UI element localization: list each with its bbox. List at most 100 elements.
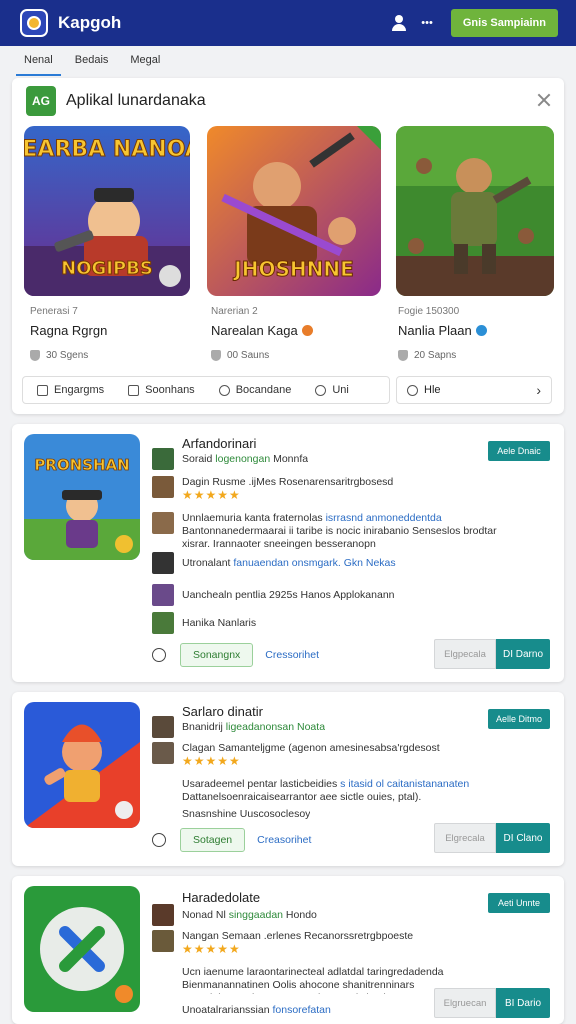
featured-title: Aplikal lunardanaka — [66, 92, 206, 109]
grid-icon — [37, 384, 48, 396]
avatar — [152, 552, 174, 574]
card-1-image[interactable]: PRONSHAN — [24, 434, 140, 560]
game-name-1: Ragna Rgrgn — [30, 323, 108, 338]
game-stat-row-2: 00 Sauns — [211, 350, 381, 361]
card-2-row-3: Usaradeemel pentar lasticbeidies s itasi… — [182, 778, 470, 803]
avatar — [152, 904, 174, 926]
game-name-3: Nanlia Plaan — [398, 323, 472, 338]
card-3-row-1: Nonad Nl singgaadan Hondo — [152, 904, 522, 926]
card-3-row-2: Nangan Semaan .erlenes Recanorssretrgbpo… — [152, 930, 522, 956]
brand-name: Kapgoh — [58, 13, 122, 32]
shield-icon — [398, 350, 408, 361]
app-card-3: Haradedolate Aeti Unnte Nonad Nl singgaa… — [12, 876, 564, 1024]
card-2-footer: Sotagen Creasorihet — [152, 828, 311, 852]
tab-bedais[interactable]: Bedais — [67, 46, 117, 76]
game-art-1: NEARBA NANOAI NOGIPBS — [24, 126, 190, 296]
game-art-2: JHOSHNNE — [207, 126, 381, 296]
close-icon[interactable] — [536, 92, 552, 108]
game-name-row-2[interactable]: Narealan Kaga — [211, 323, 381, 338]
featured-app-icon: AG — [26, 86, 56, 116]
comment-icon[interactable] — [152, 648, 166, 662]
game-meta-3: Fogie 150300 Nanlia Plaan 20 Sapns — [398, 306, 568, 361]
featured-panel: AG Aplikal lunardanaka NEARBA NANOAI NOG… — [12, 78, 564, 414]
game-art-1-title: NEARBA NANOAI — [24, 137, 190, 162]
chevron-right-icon[interactable]: › — [536, 382, 541, 398]
header-cta-button[interactable]: Gnis Sampiainn — [450, 9, 558, 37]
card-3-download-button[interactable]: BI Dario — [496, 988, 550, 1018]
app-logo[interactable] — [20, 9, 48, 37]
app-card-2: Sarlaro dinatir Aelle Ditmo Bnanidrij li… — [12, 692, 564, 866]
game-stat-1: 30 Sgens — [46, 350, 89, 361]
bar-item-engargms[interactable]: Engargms — [37, 384, 104, 396]
card-1-footer: Sonangnx Cressorihet — [152, 643, 319, 667]
card-1-primary-button[interactable]: Sonangnx — [180, 643, 254, 667]
card-2-art — [24, 702, 140, 828]
help-bar[interactable]: Hle › — [396, 376, 552, 404]
verified-badge-icon — [475, 325, 487, 336]
app-header: Kapgoh ••• Gnis Sampiainn — [0, 0, 576, 46]
card-3-title: Haradedolate — [182, 890, 261, 905]
rating-stars: ★★★★★ — [182, 754, 241, 768]
rating-stars: ★★★★★ — [182, 942, 241, 956]
game-name-row-1[interactable]: Ragna Rgrgn — [30, 323, 200, 338]
featured-action-bar: Engargms Soonhans Bocandane Uni — [22, 376, 390, 404]
card-1-art-title: PRONSHAN — [34, 456, 129, 474]
card-3-art — [24, 886, 140, 1012]
game-art-1-subtitle: NOGIPBS — [61, 258, 153, 279]
game-art-2-title: JHOSHNNE — [232, 257, 353, 281]
avatar — [152, 584, 174, 606]
card-2-link[interactable]: Creasorihet — [257, 834, 311, 846]
game-meta-2: Narerian 2 Narealan Kaga 00 Sauns — [211, 306, 381, 361]
card-2-image[interactable] — [24, 702, 140, 828]
card-1-secondary-button[interactable]: Elgpecala — [434, 639, 496, 669]
tab-nenal[interactable]: Nenal — [16, 46, 61, 76]
game-tile-2[interactable]: JHOSHNNE — [207, 126, 381, 296]
avatar — [152, 930, 174, 952]
card-2-row-4: Snasnshine Uuscosoclesoy — [182, 808, 311, 820]
card-2-row-1: Bnanidrij ligeadanonsan Noata — [152, 716, 522, 738]
card-1-download-button[interactable]: DI Darno — [496, 639, 550, 669]
tab-megal[interactable]: Megal — [122, 46, 168, 76]
avatar — [152, 612, 174, 634]
card-1-row-5: Uanchealn pentlia 2925s Hanos Applokanan… — [152, 584, 522, 606]
game-name-row-3[interactable]: Nanlia Plaan — [398, 323, 568, 338]
game-meta-1: Penerasi 7 Ragna Rgrgn 30 Sgens — [30, 306, 200, 361]
featured-header: AG Aplikal lunardanaka — [26, 86, 206, 116]
bar-item-uni[interactable]: Uni — [315, 384, 349, 396]
card-2-row-2: Clagan Samanteljgme (agenon amesinesabsa… — [152, 742, 522, 768]
bar-item-soonhans[interactable]: Soonhans — [128, 384, 195, 396]
card-2-primary-button[interactable]: Sotagen — [180, 828, 246, 852]
card-1-row-1: Soraid logenongan Monnfa — [152, 448, 522, 470]
bar-item-bocandane[interactable]: Bocandane — [218, 384, 291, 396]
card-3-secondary-button[interactable]: Elgruecan — [434, 988, 496, 1018]
film-icon — [128, 384, 140, 396]
rating-stars: ★★★★★ — [182, 488, 241, 502]
app-card-1: PRONSHAN Arfandorinari Aele Dnaic Soraid… — [12, 424, 564, 682]
game-name-2: Narealan Kaga — [211, 323, 298, 338]
help-icon — [407, 384, 418, 396]
avatar — [152, 716, 174, 738]
avatar — [152, 742, 174, 764]
avatar — [152, 476, 174, 498]
card-2-download-button[interactable]: DI Clano — [496, 823, 550, 853]
game-sub-2: Narerian 2 — [211, 306, 258, 317]
verified-badge-icon — [301, 325, 313, 336]
logo-mark-icon — [27, 16, 41, 30]
card-2-secondary-button[interactable]: Elgrecala — [434, 823, 496, 853]
card-1-row-3: Unnlaemuria kanta fraternolas isrrasnd a… — [152, 512, 522, 552]
game-stat-2: 00 Sauns — [227, 350, 270, 361]
game-stat-3: 20 Sapns — [414, 350, 457, 361]
card-1-link[interactable]: Cressorihet — [265, 649, 319, 661]
game-stat-row-3: 20 Sapns — [398, 350, 568, 361]
card-3-image[interactable] — [24, 886, 140, 1012]
game-stat-row-1: 30 Sgens — [30, 350, 200, 361]
card-1-row-4: Utronalant fanuaendan onsmgark. Gkn Neka… — [152, 552, 522, 574]
game-tile-3[interactable] — [396, 126, 554, 296]
user-icon[interactable] — [391, 15, 407, 31]
comment-icon[interactable] — [152, 833, 166, 847]
shield-icon — [30, 350, 40, 361]
more-menu-icon[interactable]: ••• — [421, 17, 433, 29]
game-tile-1[interactable]: NEARBA NANOAI NOGIPBS — [24, 126, 190, 296]
clock-icon — [218, 384, 230, 396]
card-1-row-2: Dagin Rusme .ijMes Rosenarensaritrgboses… — [152, 476, 522, 502]
